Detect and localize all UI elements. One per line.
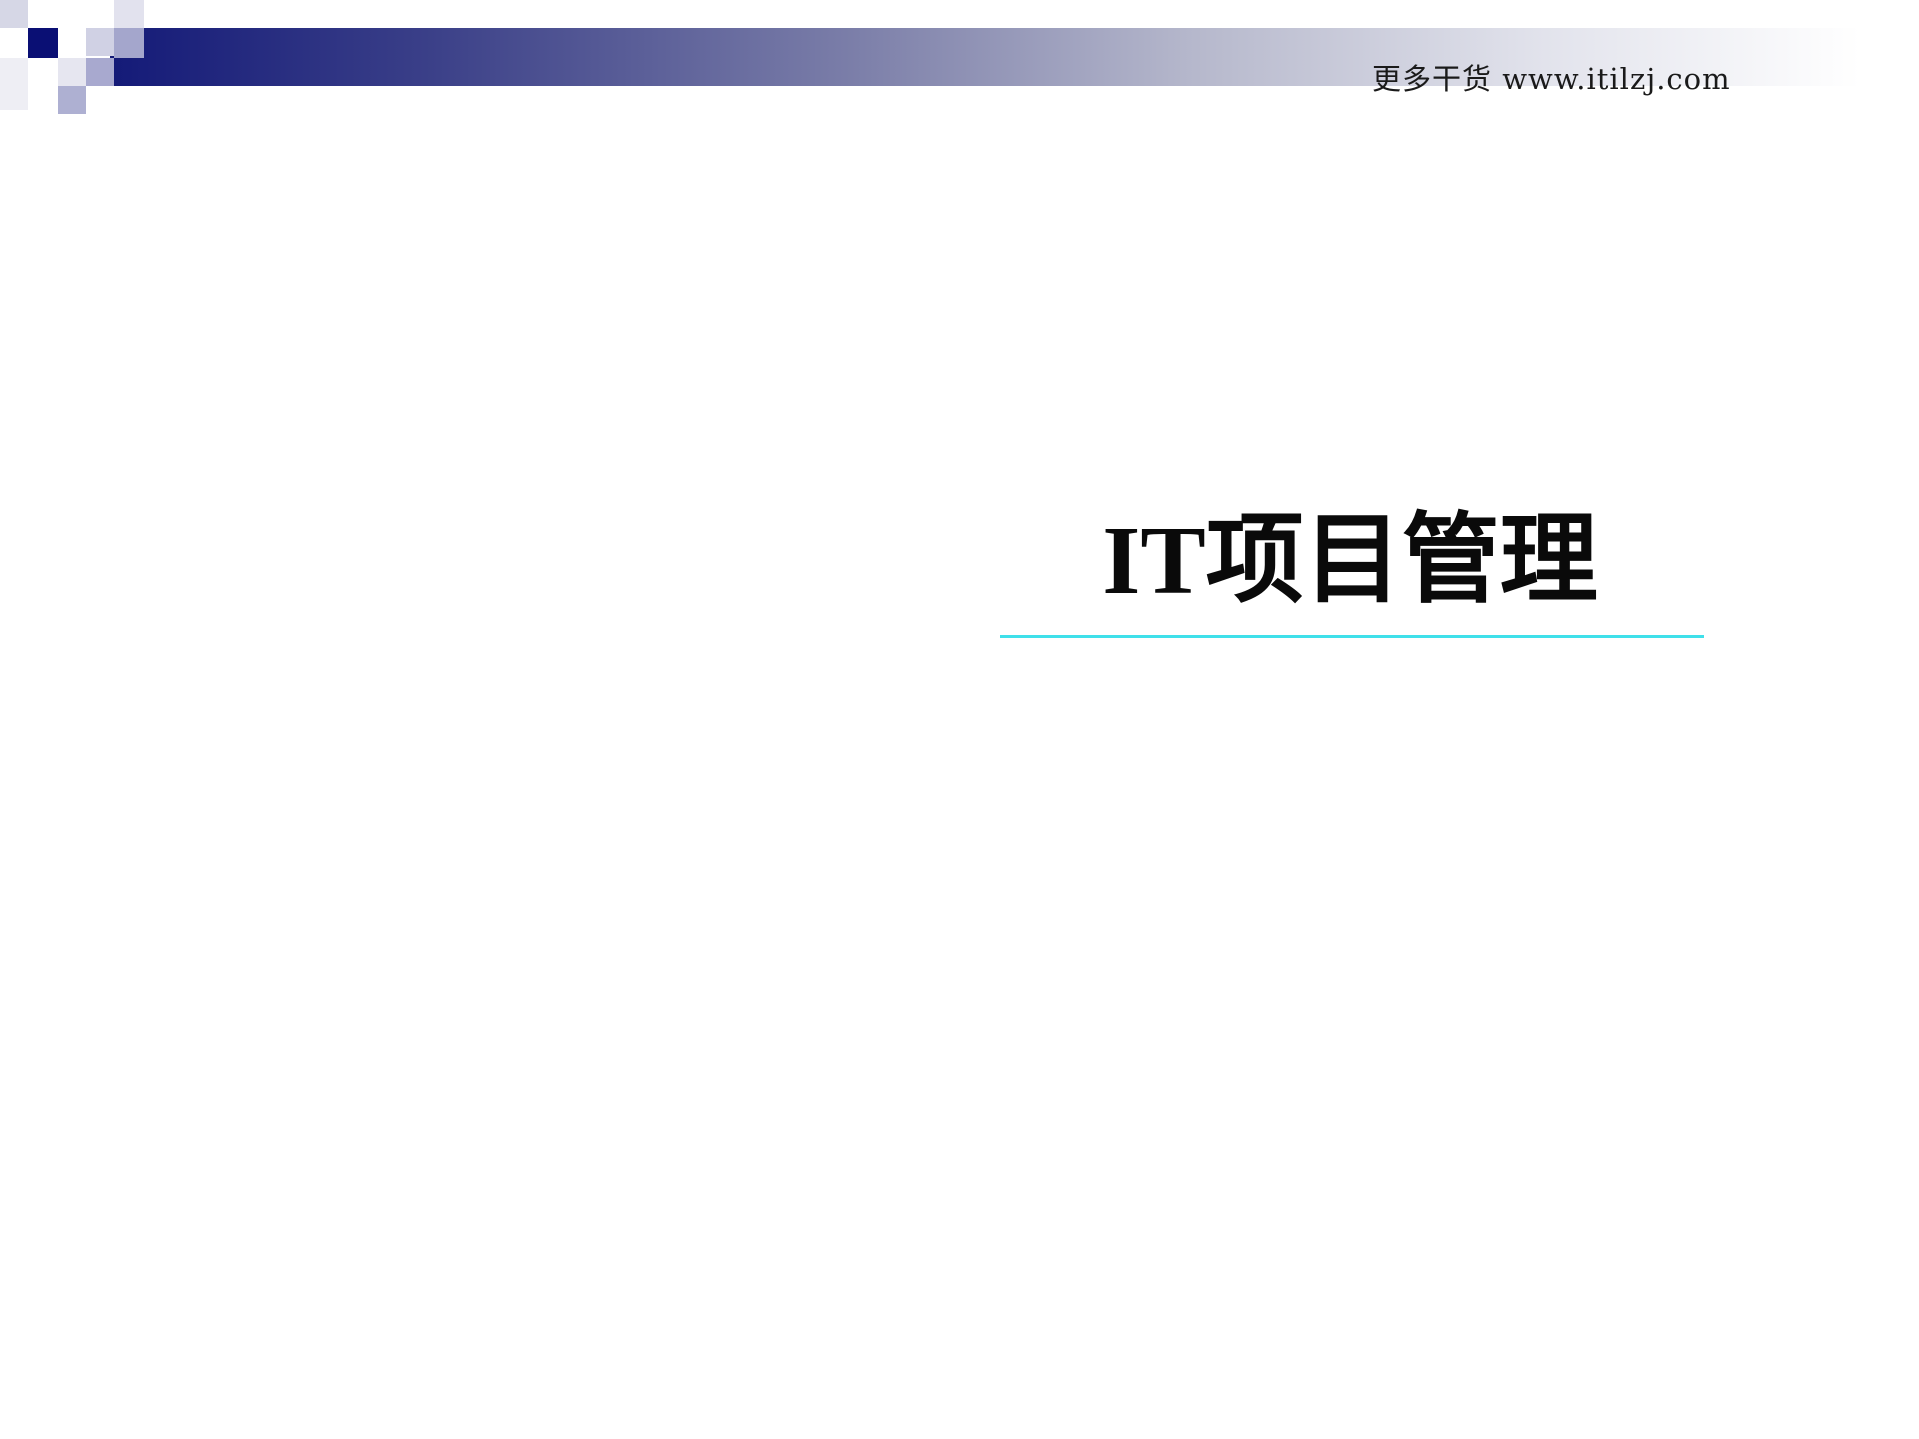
- decor-square: [0, 0, 28, 28]
- decor-square: [114, 28, 144, 58]
- slide-title: IT项目管理: [1102, 507, 1598, 615]
- title-underline: [1000, 635, 1704, 638]
- decor-square: [58, 58, 86, 86]
- decor-square-dark: [28, 28, 58, 58]
- decor-square: [58, 0, 86, 28]
- decor-square: [28, 86, 58, 112]
- decor-square: [86, 28, 114, 56]
- header-watermark-text: 更多干货 www.itilzj.com: [1372, 62, 1731, 96]
- decor-square: [58, 86, 86, 114]
- decor-square: [86, 58, 114, 86]
- slide: 更多干货 www.itilzj.com IT项目管理: [0, 0, 1919, 1439]
- decor-square: [114, 0, 144, 28]
- decor-square: [0, 58, 28, 110]
